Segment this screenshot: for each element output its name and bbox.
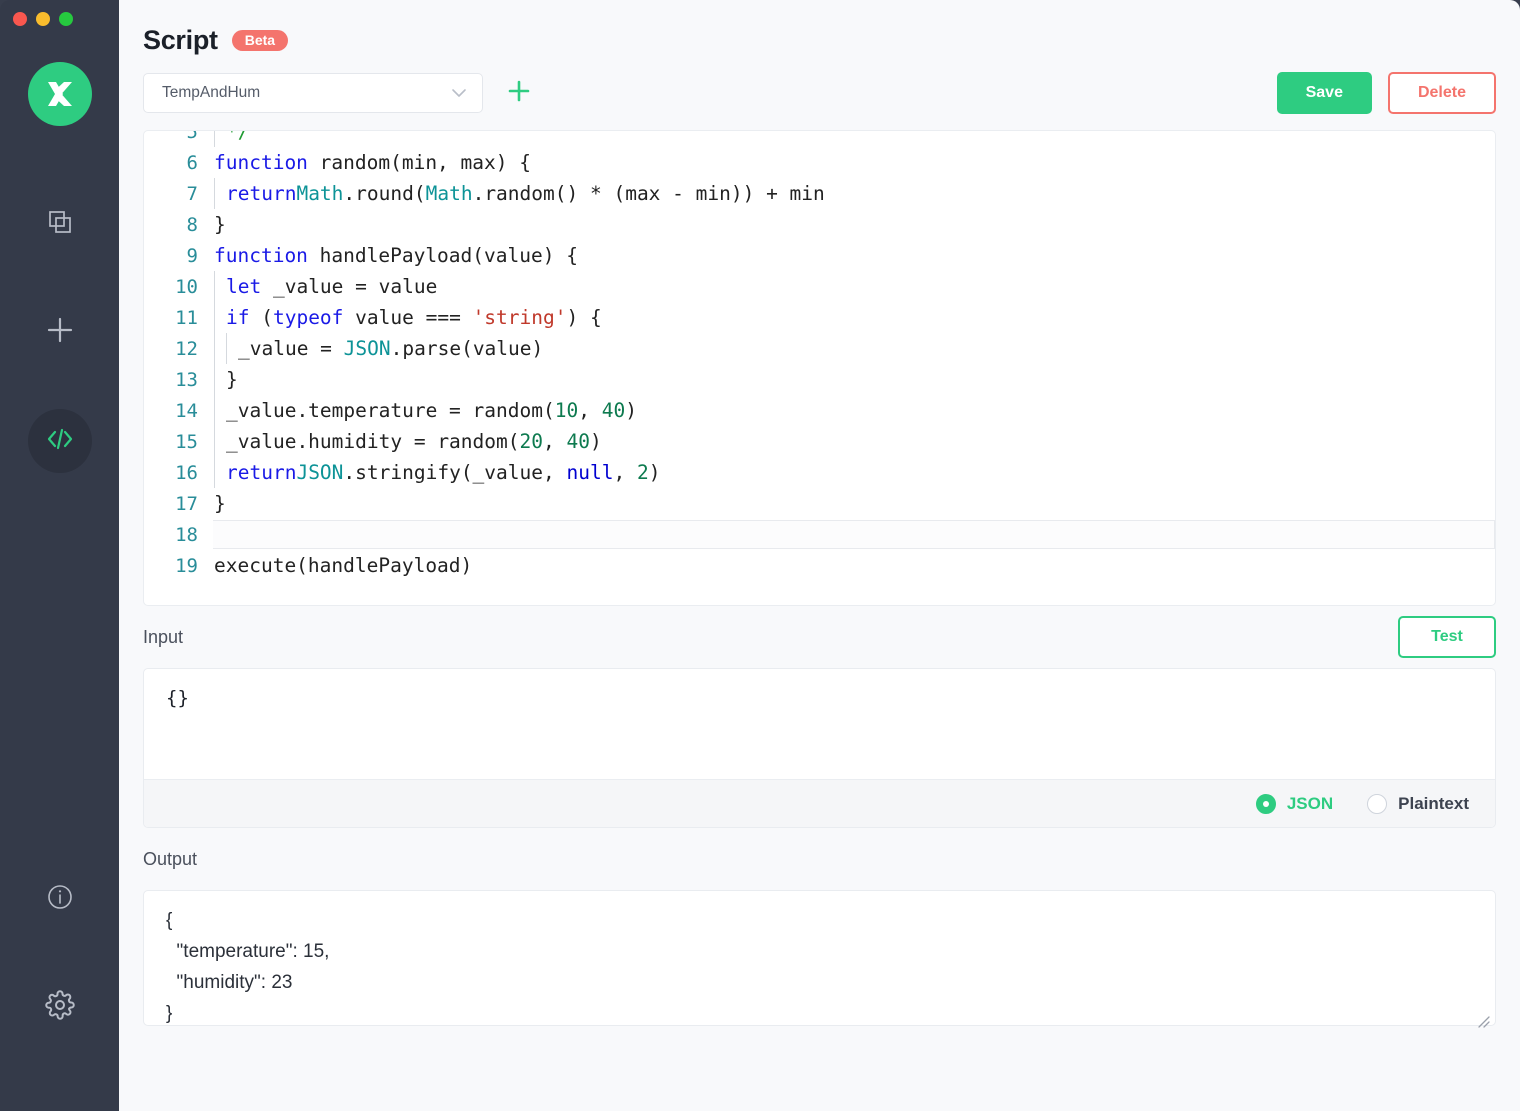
code-icon: [45, 424, 75, 459]
line-number: 15: [144, 431, 214, 453]
input-panel: {} JSON Plaintext: [143, 668, 1496, 828]
toolbar-actions: Save Delete: [1277, 72, 1496, 114]
line-content: function handlePayload(value) {: [214, 240, 1495, 271]
code-line: 19 execute(handlePayload): [144, 550, 1495, 581]
code-line: 14 _value.temperature = random(10, 40): [144, 395, 1495, 426]
line-number: 5: [144, 130, 214, 143]
line-content: let _value = value: [214, 271, 1495, 302]
line-content: _value.temperature = random(10, 40): [214, 395, 1495, 426]
sidebar-item-info[interactable]: [28, 867, 92, 931]
code-line: 13 }: [144, 364, 1495, 395]
line-content: function random(min, max) {: [214, 147, 1495, 178]
code-line: 7 return Math.round(Math.random() * (max…: [144, 178, 1495, 209]
radio-json-label: JSON: [1287, 794, 1333, 814]
line-content: [213, 520, 1495, 549]
output-label: Output: [143, 849, 197, 870]
input-textarea[interactable]: {}: [144, 669, 1495, 779]
sidebar-item-add[interactable]: [28, 300, 92, 364]
line-content: return JSON.stringify(_value, null, 2): [214, 457, 1495, 488]
line-number: 9: [144, 245, 214, 267]
toolbar: TempAndHum Save Delete: [143, 62, 1496, 124]
code-line: 15 _value.humidity = random(20, 40): [144, 426, 1495, 457]
radio-unselected-icon: [1367, 794, 1387, 814]
line-number: 14: [144, 400, 214, 422]
line-number: 19: [144, 555, 214, 577]
app-window: Script Beta TempAndHum: [0, 0, 1520, 1111]
sidebar: [0, 0, 119, 1111]
radio-json[interactable]: JSON: [1256, 794, 1333, 814]
radio-plaintext[interactable]: Plaintext: [1367, 794, 1469, 814]
code-line-active: 18: [144, 519, 1495, 550]
line-content: if (typeof value === 'string') {: [214, 302, 1495, 333]
code-line: 11 if (typeof value === 'string') {: [144, 302, 1495, 333]
gear-icon: [45, 990, 75, 1025]
page-header: Script Beta: [143, 0, 1496, 54]
add-script-button[interactable]: [505, 77, 533, 110]
line-number: 10: [144, 276, 214, 298]
output-panel[interactable]: { "temperature": 15, "humidity": 23 }: [143, 890, 1496, 1026]
status-badge: Beta: [232, 30, 288, 51]
output-section-header: Output: [143, 828, 1496, 890]
code-line: 12 _value = JSON.parse(value): [144, 333, 1495, 364]
line-number: 12: [144, 338, 214, 360]
line-content: }: [214, 364, 1495, 395]
sidebar-item-script[interactable]: [28, 409, 92, 473]
chevron-down-icon: [448, 82, 470, 104]
line-content: }: [214, 488, 1495, 519]
code-lines: 5 */ 6 function random(min, max) { 7 ret…: [144, 130, 1495, 581]
line-number: 6: [144, 152, 214, 174]
window-controls: [13, 12, 73, 26]
input-section-header: Input Test: [143, 606, 1496, 668]
input-label: Input: [143, 627, 183, 648]
line-number: 16: [144, 462, 214, 484]
plus-icon: [505, 77, 533, 110]
line-number: 17: [144, 493, 214, 515]
input-format-toggle: JSON Plaintext: [144, 779, 1495, 827]
resize-handle-icon[interactable]: [1476, 1007, 1490, 1021]
app-logo-icon[interactable]: [28, 62, 92, 126]
main-content: Script Beta TempAndHum: [119, 0, 1520, 1111]
page-title: Script: [143, 25, 218, 56]
line-content: }: [214, 209, 1495, 240]
plus-icon: [45, 315, 75, 350]
script-select-value: TempAndHum: [162, 84, 260, 102]
zoom-button[interactable]: [59, 12, 73, 26]
output-line: }: [166, 998, 1495, 1029]
line-number: 11: [144, 307, 214, 329]
test-button[interactable]: Test: [1398, 616, 1496, 658]
delete-button[interactable]: Delete: [1388, 72, 1496, 114]
sidebar-item-settings[interactable]: [28, 975, 92, 1039]
code-line: 17 }: [144, 488, 1495, 519]
code-line: 5 */: [144, 130, 1495, 147]
code-line: 10 let _value = value: [144, 271, 1495, 302]
sidebar-item-layers[interactable]: [28, 192, 92, 256]
line-content: */: [214, 130, 1495, 147]
line-content: _value = JSON.parse(value): [214, 333, 1495, 364]
output-line: {: [166, 905, 1495, 936]
code-line: 8 }: [144, 209, 1495, 240]
radio-selected-icon: [1256, 794, 1276, 814]
line-number: 18: [144, 524, 214, 546]
info-icon: [46, 883, 74, 916]
layers-icon: [47, 209, 73, 240]
line-content: return Math.round(Math.random() * (max -…: [214, 178, 1495, 209]
line-number: 13: [144, 369, 214, 391]
line-number: 8: [144, 214, 214, 236]
line-content: execute(handlePayload): [214, 550, 1495, 581]
code-line: 9 function handlePayload(value) {: [144, 240, 1495, 271]
line-content: _value.humidity = random(20, 40): [214, 426, 1495, 457]
minimize-button[interactable]: [36, 12, 50, 26]
save-button[interactable]: Save: [1277, 72, 1372, 114]
code-editor[interactable]: 5 */ 6 function random(min, max) { 7 ret…: [143, 130, 1496, 606]
script-select[interactable]: TempAndHum: [143, 73, 483, 113]
line-number: 7: [144, 183, 214, 205]
output-line: "temperature": 15,: [166, 936, 1495, 967]
output-line: "humidity": 23: [166, 967, 1495, 998]
radio-plaintext-label: Plaintext: [1398, 794, 1469, 814]
code-line: 16 return JSON.stringify(_value, null, 2…: [144, 457, 1495, 488]
code-line: 6 function random(min, max) {: [144, 147, 1495, 178]
close-button[interactable]: [13, 12, 27, 26]
